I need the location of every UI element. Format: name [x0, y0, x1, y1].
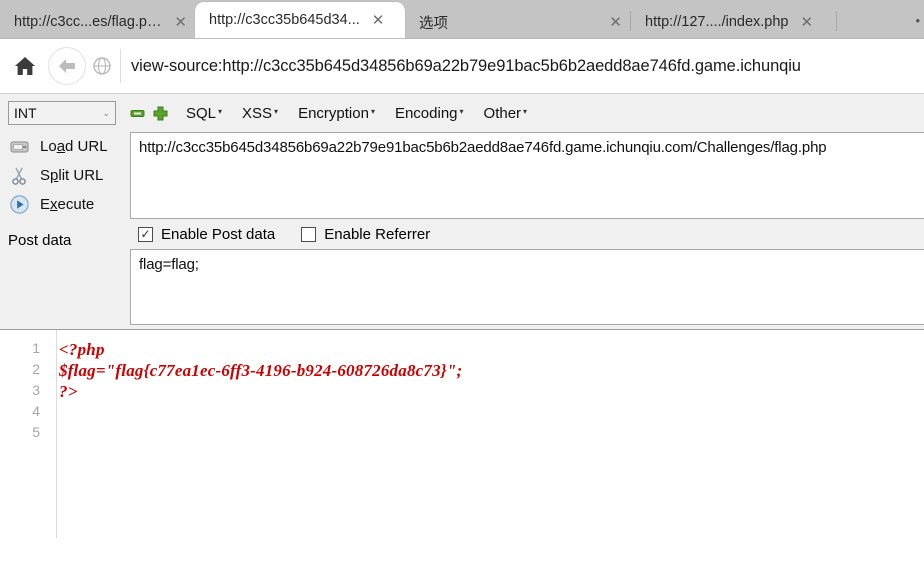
- home-icon[interactable]: [8, 49, 42, 83]
- source-line: 5: [0, 424, 924, 445]
- hackbar-body: Load URL Split URL Execute Post data htt…: [0, 132, 924, 325]
- line-number: 2: [32, 361, 40, 377]
- checkbox-checked-icon: ✓: [138, 226, 153, 242]
- source-line: 3 ?>: [0, 382, 924, 403]
- menu-xss-label: XSS: [242, 104, 273, 122]
- enable-post-data-checkbox[interactable]: ✓ Enable Post data: [138, 226, 275, 243]
- hackbar-input-column: http://c3cc35b645d34856b69a22b79e91bac5b…: [130, 132, 924, 325]
- browser-tab-2-label: http://c3cc35b645d34...: [209, 12, 360, 28]
- menu-encoding[interactable]: Encoding ▾: [395, 105, 464, 122]
- source-line: 2 $flag="flag{c77ea1ec-6ff3-4196-b924-60…: [0, 361, 924, 382]
- type-select-value: INT: [14, 105, 37, 121]
- menu-encryption-label: Encryption: [298, 104, 369, 122]
- browser-tab-4-label: http://127..../index.php: [645, 14, 789, 30]
- browser-tab-1[interactable]: http://c3cc...es/flag.php ✕: [0, 6, 195, 38]
- source-line: 1 <?php: [0, 340, 924, 361]
- close-icon[interactable]: ✕: [174, 14, 187, 30]
- checkbox-unchecked-icon: [301, 226, 317, 242]
- enable-referrer-checkbox[interactable]: Enable Referrer: [301, 226, 430, 243]
- address-bar[interactable]: view-source:http://c3cc35b645d34856b69a2…: [120, 49, 924, 83]
- browser-tab-2[interactable]: http://c3cc35b645d34... ✕: [195, 2, 405, 38]
- line-number: 1: [32, 340, 40, 356]
- tab-strip-overflow-area: •: [837, 13, 924, 38]
- address-bar-text: view-source:http://c3cc35b645d34856b69a2…: [131, 56, 801, 75]
- chevron-down-icon: ⌄: [102, 107, 110, 118]
- chevron-down-icon: ▾: [274, 106, 279, 116]
- close-icon[interactable]: ✕: [372, 12, 385, 28]
- url-input[interactable]: http://c3cc35b645d34856b69a22b79e91bac5b…: [130, 132, 924, 219]
- menu-xss[interactable]: XSS ▾: [242, 105, 278, 122]
- browser-tab-3-label: 选项: [419, 15, 448, 32]
- line-number: 4: [32, 403, 40, 419]
- post-data-input[interactable]: flag=flag;: [130, 249, 924, 325]
- load-url-icon: [6, 139, 32, 155]
- enable-post-data-label: Enable Post data: [161, 225, 276, 243]
- post-data-label: Post data: [8, 232, 72, 249]
- browser-navigation-bar: view-source:http://c3cc35b645d34856b69a2…: [0, 39, 924, 94]
- line-number: 3: [32, 382, 40, 398]
- view-source-content: 1 <?php 2 $flag="flag{c77ea1ec-6ff3-4196…: [0, 330, 924, 550]
- chevron-down-icon: ▾: [523, 106, 528, 116]
- hackbar-menu-group: SQL ▾ XSS ▾ Encryption ▾ Encoding ▾ Othe…: [186, 105, 527, 122]
- gutter-divider: [56, 330, 57, 538]
- split-url-button[interactable]: Split URL: [0, 161, 130, 190]
- chevron-down-icon: ▾: [370, 106, 375, 116]
- post-data-input-value: flag=flag;: [139, 256, 199, 273]
- line-code[interactable]: $flag="flag{c77ea1ec-6ff3-4196-b924-6087…: [48, 361, 462, 381]
- menu-sql-label: SQL: [186, 104, 217, 122]
- hackbar-toolbar: INT ⌄ SQL ▾ XSS ▾ Encryption ▾ Encoding …: [0, 94, 924, 132]
- menu-encoding-label: Encoding: [394, 104, 458, 122]
- browser-tab-1-label: http://c3cc...es/flag.php: [14, 14, 163, 30]
- plus-icon[interactable]: [153, 106, 168, 121]
- hackbar-action-column: Load URL Split URL Execute Post data: [0, 132, 130, 325]
- minus-icon[interactable]: [130, 106, 145, 121]
- hackbar-add-remove-group: [130, 106, 168, 121]
- browser-tab-3[interactable]: 选项 ✕: [405, 6, 630, 38]
- close-icon[interactable]: ✕: [801, 14, 814, 30]
- load-url-button[interactable]: Load URL: [0, 132, 130, 161]
- globe-icon: [88, 57, 116, 75]
- enable-referrer-label: Enable Referrer: [324, 225, 431, 243]
- source-line: 4: [0, 403, 924, 424]
- tab-overflow-icon[interactable]: •: [915, 13, 922, 38]
- execute-button[interactable]: Execute: [0, 190, 130, 219]
- menu-sql[interactable]: SQL ▾: [186, 105, 222, 122]
- browser-tab-strip: http://c3cc...es/flag.php ✕ http://c3cc3…: [0, 0, 924, 39]
- hackbar-panel: INT ⌄ SQL ▾ XSS ▾ Encryption ▾ Encoding …: [0, 94, 924, 330]
- chevron-down-icon: ▾: [218, 106, 223, 116]
- close-icon[interactable]: ✕: [609, 14, 622, 30]
- menu-other-label: Other: [483, 104, 522, 122]
- load-url-button-label: Load URL: [40, 138, 108, 155]
- execute-button-label: Execute: [40, 196, 95, 213]
- hackbar-options-row: ✓ Enable Post data Enable Referrer: [130, 219, 924, 249]
- play-icon: [6, 195, 32, 214]
- chevron-down-icon: ▾: [459, 106, 464, 116]
- line-number: 5: [32, 424, 40, 440]
- url-input-value: http://c3cc35b645d34856b69a22b79e91bac5b…: [139, 139, 827, 156]
- line-code[interactable]: ?>: [48, 382, 78, 402]
- menu-encryption[interactable]: Encryption ▾: [298, 105, 375, 122]
- menu-other[interactable]: Other ▾: [484, 105, 528, 122]
- back-button[interactable]: [48, 47, 86, 85]
- split-url-button-label: Split URL: [40, 167, 104, 184]
- scissors-icon: [6, 167, 32, 185]
- type-select[interactable]: INT ⌄: [8, 101, 116, 125]
- browser-tab-4[interactable]: http://127..../index.php ✕: [631, 6, 836, 38]
